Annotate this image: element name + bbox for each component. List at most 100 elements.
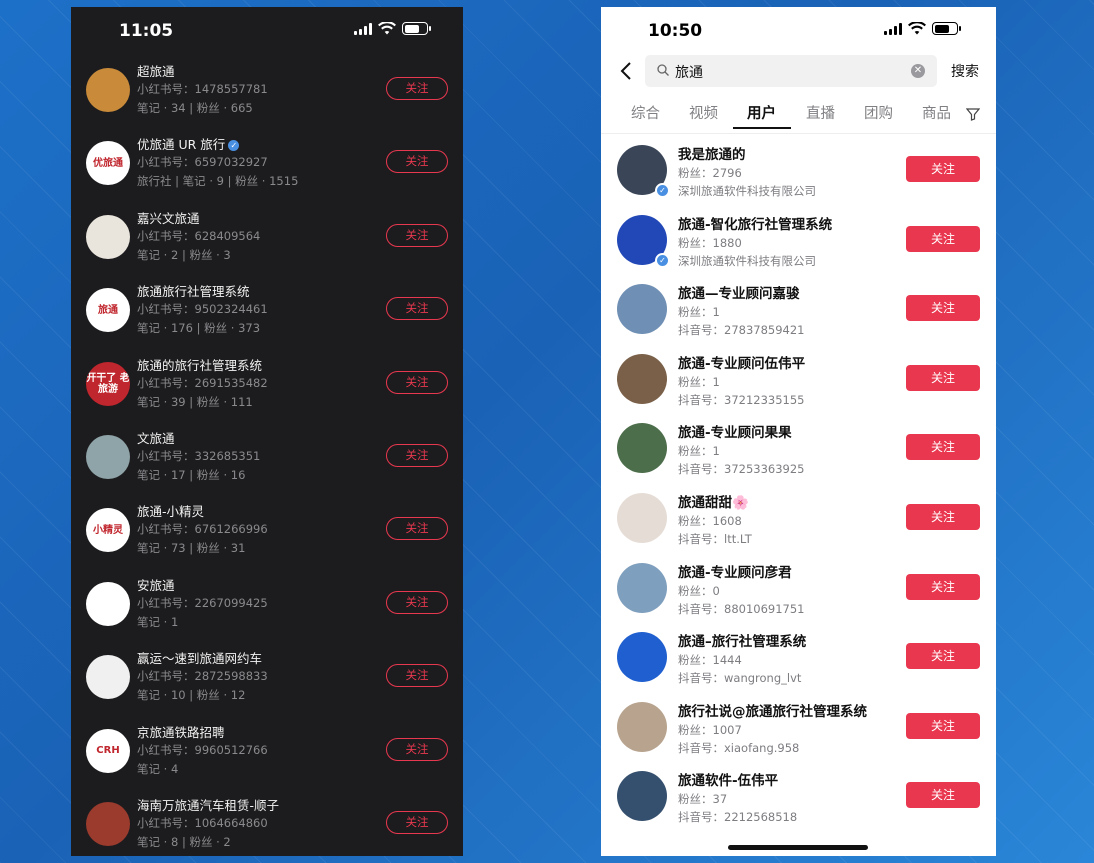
follow-button[interactable]: 关注 xyxy=(906,573,980,600)
filter-icon[interactable] xyxy=(966,107,980,121)
battery-icon xyxy=(932,22,961,35)
list-item[interactable]: 旅通-专业顾问伍伟平 粉丝：1 抖音号：37212335155 关注 xyxy=(601,350,996,420)
avatar[interactable]: 优旅通 xyxy=(86,141,130,186)
user-id: 小红书号：6761266996 xyxy=(137,522,268,537)
tab-group-buy[interactable]: 团购 xyxy=(864,102,893,123)
avatar[interactable] xyxy=(617,492,667,543)
tab-live[interactable]: 直播 xyxy=(806,102,835,123)
divider xyxy=(601,133,996,134)
follow-button[interactable]: 关注 xyxy=(906,225,980,252)
tab-video[interactable]: 视频 xyxy=(689,102,718,123)
avatar[interactable]: 开干了 老旅游 xyxy=(86,361,130,406)
user-id: 小红书号：628409564 xyxy=(137,228,261,243)
follow-button[interactable]: 关注 xyxy=(386,150,448,174)
list-item[interactable]: 旅通-专业顾问彦君 粉丝：0 抖音号：88010691751 关注 xyxy=(601,559,996,629)
avatar-label: CRH xyxy=(96,745,120,757)
clear-icon[interactable]: ✕ xyxy=(911,64,925,78)
avatar[interactable] xyxy=(617,701,667,752)
status-time: 10:50 xyxy=(648,21,703,41)
user-name: 京旅通铁路招聘 xyxy=(137,722,225,741)
user-subtitle: 抖音号：ltt.LT xyxy=(678,531,752,546)
user-stats: 笔记 · 10 | 粉丝 · 12 xyxy=(137,688,246,703)
follow-button[interactable]: 关注 xyxy=(906,782,980,809)
tab-products[interactable]: 商品 xyxy=(922,102,951,123)
follow-button[interactable]: 关注 xyxy=(386,590,448,614)
follower-count: 粉丝：1608 xyxy=(678,513,742,528)
home-indicator xyxy=(728,845,868,850)
follow-button[interactable]: 关注 xyxy=(906,643,980,670)
follower-count: 粉丝：1444 xyxy=(678,653,742,668)
list-item[interactable]: 旅通-专业顾问果果 粉丝：1 抖音号：37253363925 关注 xyxy=(601,419,996,489)
follow-button[interactable]: 关注 xyxy=(386,77,448,100)
list-item[interactable]: 文旅通 小红书号：332685351 笔记 · 17 | 粉丝 · 16 关注 xyxy=(71,426,463,499)
user-name-text: 旅通的旅行社管理系统 xyxy=(137,357,263,373)
list-item[interactable]: 安旅通 小红书号：2267099425 笔记 · 1 关注 xyxy=(71,573,463,646)
follow-button[interactable]: 关注 xyxy=(386,664,448,688)
avatar[interactable] xyxy=(617,353,667,404)
list-item[interactable]: 旅通甜甜🌸 粉丝：1608 抖音号：ltt.LT 关注 xyxy=(601,489,996,559)
list-item[interactable]: 旅通—专业顾问嘉骏 粉丝：1 抖音号：27837859421 关注 xyxy=(601,280,996,350)
avatar[interactable] xyxy=(617,771,667,822)
user-subtitle: 抖音号：37212335155 xyxy=(678,392,805,407)
list-item[interactable]: 旅通–旅行社管理系统 粉丝：1444 抖音号：wangrong_lvt 关注 xyxy=(601,628,996,698)
follow-button[interactable]: 关注 xyxy=(386,297,448,321)
avatar-label: 旅通 xyxy=(98,304,118,316)
follow-button[interactable]: 关注 xyxy=(906,434,980,461)
follow-button[interactable]: 关注 xyxy=(386,223,448,247)
avatar[interactable] xyxy=(617,423,667,474)
user-name-text: 旅通旅行社管理系统 xyxy=(137,284,250,300)
active-tab-indicator xyxy=(733,127,791,129)
list-item[interactable]: ✓ 我是旅通的 粉丝：2796 深圳旅通软件科技有限公司 关注 xyxy=(601,141,996,211)
user-stats: 笔记 · 39 | 粉丝 · 111 xyxy=(137,394,253,409)
follow-button[interactable]: 关注 xyxy=(906,712,980,739)
list-item[interactable]: 超旅通 小红书号：1478557781 笔记 · 34 | 粉丝 · 665 关注 xyxy=(71,59,463,132)
avatar[interactable] xyxy=(617,632,667,683)
list-item[interactable]: 旅通软件-伍伟平 粉丝：37 抖音号：2212568518 关注 xyxy=(601,767,996,837)
avatar[interactable]: 小精灵 xyxy=(86,508,130,553)
follow-button[interactable]: 关注 xyxy=(906,364,980,391)
tab-users[interactable]: 用户 xyxy=(747,102,776,123)
search-button[interactable]: 搜索 xyxy=(951,61,979,81)
list-item[interactable]: 赢运～速到旅通网约车 小红书号：2872598833 笔记 · 10 | 粉丝 · … xyxy=(71,646,463,719)
user-stats: 笔记 · 73 | 粉丝 · 31 xyxy=(137,541,246,556)
follow-button[interactable]: 关注 xyxy=(386,517,448,541)
list-item[interactable]: 开干了 老旅游 旅通的旅行社管理系统 小红书号：2691535482 笔记 · 39 … xyxy=(71,353,463,426)
avatar-label xyxy=(86,582,130,626)
avatar[interactable]: 旅通 xyxy=(86,288,130,333)
avatar[interactable] xyxy=(86,581,130,626)
list-item[interactable]: 旅通 旅通旅行社管理系统 小红书号：9502324461 笔记 · 176 | 粉丝 … xyxy=(71,279,463,352)
user-id: 小红书号：1064664860 xyxy=(137,815,268,830)
list-item[interactable]: CRH 京旅通铁路招聘 小红书号：9960512766 笔记 · 4 关注 xyxy=(71,720,463,793)
search-input[interactable]: 旅通 ✕ xyxy=(645,55,937,87)
list-item[interactable]: 海南万旅通汽车租赁-顺子 小红书号：1064664860 笔记 · 8 | 粉丝 ·… xyxy=(71,793,463,856)
follow-button[interactable]: 关注 xyxy=(386,810,448,834)
tab-comprehensive[interactable]: 综合 xyxy=(631,102,660,123)
avatar[interactable] xyxy=(86,801,130,846)
follow-button[interactable]: 关注 xyxy=(386,443,448,467)
list-item[interactable]: ✓ 旅通-智化旅行社管理系统 粉丝：1880 深圳旅通软件科技有限公司 关注 xyxy=(601,211,996,281)
list-item[interactable]: 小精灵 旅通-小精灵 小红书号：6761266996 笔记 · 73 | 粉丝 · 3… xyxy=(71,499,463,572)
avatar[interactable] xyxy=(86,434,130,479)
list-item[interactable]: 优旅通 优旅通 UR 旅行 ✓ 小红书号：6597032927 旅行社 | 笔记 · 9… xyxy=(71,132,463,205)
avatar[interactable] xyxy=(86,655,130,700)
follow-button[interactable]: 关注 xyxy=(906,295,980,322)
user-name: 旅通旅行社管理系统 xyxy=(137,281,250,300)
list-item[interactable]: 旅行社说@旅通旅行社管理系统 粉丝：1007 抖音号：xiaofang.958 关注 xyxy=(601,698,996,768)
follow-button[interactable]: 关注 xyxy=(906,503,980,530)
verified-icon: ✓ xyxy=(228,140,240,152)
user-result-list: ✓ 我是旅通的 粉丝：2796 深圳旅通软件科技有限公司 关注 ✓ 旅通-智化旅行社管理系统… xyxy=(601,141,996,837)
list-item[interactable]: 嘉兴文旅通 小红书号：628409564 笔记 · 2 | 粉丝 · 3 关注 xyxy=(71,206,463,279)
back-arrow-icon[interactable] xyxy=(619,61,633,81)
signal-icon xyxy=(354,22,372,35)
avatar[interactable] xyxy=(617,562,667,613)
follow-button[interactable]: 关注 xyxy=(906,156,980,182)
user-id: 小红书号：6597032927 xyxy=(137,155,268,170)
avatar[interactable] xyxy=(86,214,130,259)
user-name: 旅通的旅行社管理系统 xyxy=(137,355,262,374)
avatar[interactable] xyxy=(617,284,667,335)
follow-button[interactable]: 关注 xyxy=(386,370,448,394)
avatar[interactable]: CRH xyxy=(86,728,130,773)
user-name: 优旅通 UR 旅行 ✓ xyxy=(137,134,240,153)
avatar[interactable] xyxy=(86,68,130,112)
follow-button[interactable]: 关注 xyxy=(386,737,448,761)
